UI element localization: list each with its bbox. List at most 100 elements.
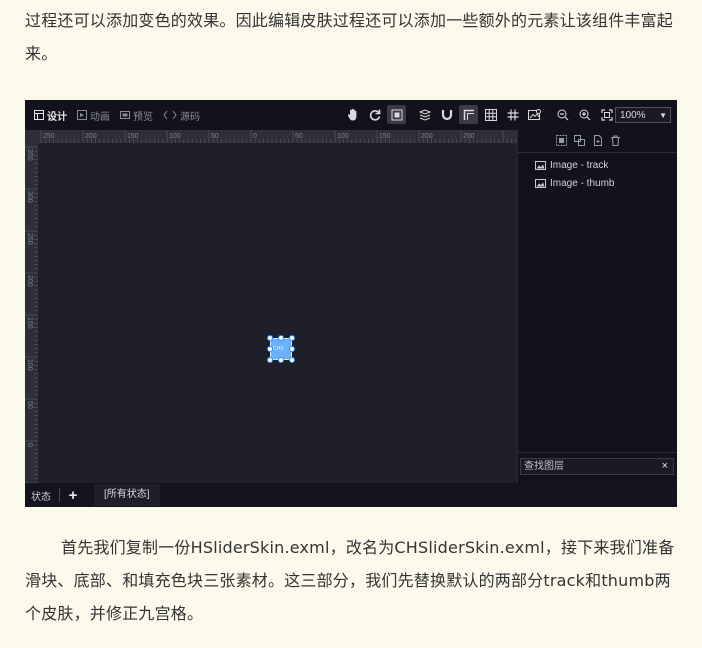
- snap-button[interactable]: [459, 105, 478, 124]
- trash-icon[interactable]: [610, 135, 621, 146]
- ruler-label: 0: [253, 133, 257, 140]
- animation-icon: [77, 110, 87, 120]
- mode-preview-button[interactable]: 预览: [115, 104, 158, 126]
- state-divider: [59, 488, 60, 502]
- layer-search-divider: [518, 452, 677, 453]
- ruler-horizontal-ticks: 250 200 150 100 50 0 50 100 150 200 250: [40, 130, 516, 143]
- guides-button[interactable]: [503, 105, 522, 124]
- zoom-in-icon: [579, 109, 590, 120]
- duplicate-layer-icon[interactable]: [592, 135, 603, 146]
- ruler-label: 200: [421, 133, 433, 140]
- layer-item-label: Image - thumb: [550, 178, 615, 189]
- image-layer-icon: [535, 161, 546, 170]
- ruler-label: 150: [26, 317, 33, 329]
- ruler-label: 0: [26, 443, 33, 447]
- ruler-label: 100: [169, 133, 181, 140]
- image-layer-icon: [535, 179, 546, 188]
- tab-all-states[interactable]: [所有状态]: [94, 484, 160, 506]
- ruler-label: 250: [463, 133, 475, 140]
- hand-icon: [347, 108, 356, 121]
- grid-icon: [484, 108, 497, 121]
- mode-preview-label: 预览: [133, 111, 153, 123]
- mode-animation-button[interactable]: 动画: [72, 104, 115, 126]
- refresh-icon: [369, 109, 380, 121]
- canvas-tools: [343, 105, 616, 124]
- add-state-button[interactable]: +: [66, 487, 80, 504]
- ruler-horizontal[interactable]: 250 200 150 100 50 0 50 100 150 200 250: [38, 130, 517, 143]
- state-bar: 状态 + [所有状态]: [25, 483, 677, 507]
- image-toggle-button[interactable]: [525, 105, 544, 124]
- zoom-select[interactable]: 100% ▼: [615, 107, 671, 123]
- ruler-label: 200: [85, 133, 97, 140]
- ruler-vertical-ticks: 350 300 250 200 150 100 50 0: [25, 146, 38, 483]
- ungroup-layers-icon[interactable]: [574, 135, 585, 146]
- preview-icon: [120, 111, 130, 119]
- mode-source-label: 源码: [180, 111, 200, 123]
- design-icon: [34, 110, 44, 120]
- fit-screen-icon: [600, 108, 613, 121]
- ruler-label: 150: [379, 133, 391, 140]
- clear-search-icon[interactable]: ×: [662, 459, 668, 474]
- editor-window: 设计 动画 预览 源码 100% ▼ 250 200 150 100 50 0 …: [25, 100, 677, 507]
- group-layers-icon[interactable]: [556, 135, 567, 146]
- editor-toolbar: 设计 动画 预览 源码 100% ▼: [25, 100, 677, 130]
- resize-handle-top[interactable]: [278, 335, 284, 341]
- layer-item-thumb[interactable]: Image - thumb: [535, 178, 614, 189]
- layer-search-input[interactable]: 查找图层 ×: [520, 458, 674, 475]
- hash-icon: [507, 109, 518, 120]
- snap-icon: [463, 109, 474, 120]
- body-paragraph: 首先我们复制一份HSliderSkin.exml，改名为CHSliderSkin…: [25, 538, 675, 623]
- ruler-label: 250: [43, 133, 55, 140]
- image-toggle-icon: [528, 108, 541, 120]
- ruler-label: 50: [295, 133, 303, 140]
- zoom-value: 100%: [620, 110, 646, 121]
- refresh-button[interactable]: [365, 105, 384, 124]
- fit-selection-button[interactable]: [387, 105, 406, 124]
- intro-paragraph: 过程还可以添加变色的效果。因此编辑皮肤过程还可以添加一些额外的元素让该组件丰富起…: [25, 11, 674, 63]
- layer-panel: Image - track Image - thumb 查找图层 ×: [517, 130, 677, 483]
- hand-tool-button[interactable]: [343, 105, 362, 124]
- resize-handle-bottom-left[interactable]: [267, 357, 273, 363]
- ruler-label: 150: [127, 133, 139, 140]
- ruler-label: 100: [26, 359, 33, 371]
- ruler-corner: [25, 130, 38, 143]
- mode-design-button[interactable]: 设计: [29, 104, 72, 126]
- grid-button[interactable]: [481, 105, 500, 124]
- magnet-button[interactable]: [437, 105, 456, 124]
- mode-source-button[interactable]: 源码: [158, 104, 205, 126]
- zoom-in-button[interactable]: [575, 105, 594, 124]
- chevron-down-icon: ▼: [659, 111, 667, 120]
- zoom-out-icon: [557, 109, 568, 120]
- zoom-out-button[interactable]: [553, 105, 572, 124]
- resize-handle-right[interactable]: [289, 346, 295, 352]
- ruler-label: 200: [26, 275, 33, 287]
- magnet-icon: [441, 109, 452, 120]
- stack-button[interactable]: [415, 105, 434, 124]
- ruler-label: 300: [26, 191, 33, 203]
- ruler-label: 250: [26, 233, 33, 245]
- layer-item-label: Image - track: [550, 160, 609, 171]
- resize-handle-left[interactable]: [267, 346, 273, 352]
- ruler-label: 50: [211, 133, 219, 140]
- layer-panel-divider: [518, 152, 677, 153]
- selected-component[interactable]: CHS: [267, 335, 295, 363]
- mode-design-label: 设计: [47, 111, 67, 123]
- ruler-label: 50: [26, 401, 33, 409]
- resize-handle-bottom[interactable]: [278, 357, 284, 363]
- mode-animation-label: 动画: [90, 111, 110, 123]
- resize-handle-top-left[interactable]: [267, 335, 273, 341]
- ruler-vertical[interactable]: 350 300 250 200 150 100 50 0: [25, 143, 38, 483]
- layer-item-track[interactable]: Image - track: [535, 160, 608, 171]
- resize-handle-top-right[interactable]: [289, 335, 295, 341]
- fit-screen-button[interactable]: [597, 105, 616, 124]
- state-label: 状态: [31, 491, 51, 503]
- design-canvas[interactable]: CHS: [38, 143, 517, 483]
- layer-search-placeholder: 查找图层: [524, 461, 564, 472]
- mode-switcher: 设计 动画 预览 源码: [29, 100, 205, 130]
- resize-handle-bottom-right[interactable]: [289, 357, 295, 363]
- source-code-icon: [163, 110, 177, 120]
- stack-icon: [418, 108, 431, 121]
- ruler-label: 350: [26, 149, 33, 161]
- layer-tools: [556, 135, 621, 146]
- fit-icon: [391, 109, 402, 120]
